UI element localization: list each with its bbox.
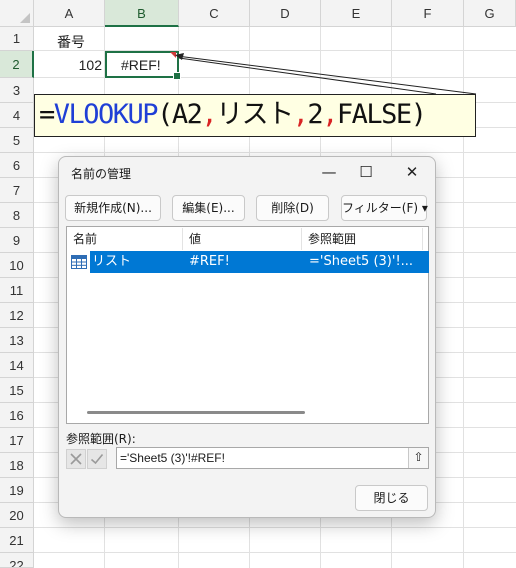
edit-button[interactable]: 編集(E)... [172, 195, 245, 221]
formula-function: VLOOKUP [53, 99, 159, 130]
callout-pointer-line-bottom [178, 57, 437, 95]
formula-arg-3: 2 [307, 99, 323, 130]
formula-close-paren: ) [410, 99, 427, 130]
cancel-edit-icon[interactable] [66, 449, 86, 469]
close-window-button[interactable]: ✕ [395, 159, 429, 185]
filter-dropdown[interactable]: フィルター(F) ▾ [341, 195, 428, 221]
list-item-refers-to: ='Sheet5 (3)'!... [309, 254, 414, 269]
dialog-title: 名前の管理 [71, 167, 132, 181]
horizontal-scrollbar[interactable] [87, 411, 305, 414]
column-header-refers-to[interactable]: 参照範囲 [302, 228, 423, 250]
formula-arg-1: A2 [171, 99, 203, 130]
refers-to-value: ='Sheet5 (3)'!#REF! [120, 451, 225, 465]
formula-arg-4: FALSE [336, 99, 412, 130]
name-manager-dialog: 名前の管理 — ☐ ✕ 新規作成(N)... 編集(E)... 削除(D) フィ… [58, 156, 436, 518]
list-item-name: リスト [92, 254, 132, 269]
formula-callout: =VLOOKUP(A2,リスト,2,FALSE) [34, 94, 476, 137]
formula-separator: , [201, 99, 217, 130]
list-item[interactable]: リスト #REF! ='Sheet5 (3)'!... [90, 251, 429, 273]
refers-to-input[interactable]: ='Sheet5 (3)'!#REF! ⇧ [116, 447, 429, 469]
close-button[interactable]: 閉じる [355, 485, 428, 511]
refers-to-label: 参照範囲(R): [66, 432, 136, 446]
formula-separator: , [322, 99, 338, 130]
check-icon [90, 453, 104, 465]
x-icon [70, 453, 82, 465]
formula-arg-2: リスト [216, 99, 294, 130]
names-list[interactable]: 名前 値 参照範囲 リスト #REF! ='Sheet5 (3)'!... [66, 226, 429, 424]
formula-equals: = [39, 99, 55, 130]
maximize-button[interactable]: ☐ [349, 159, 383, 185]
minimize-button[interactable]: — [312, 159, 346, 185]
formula-open-paren: ( [157, 99, 173, 130]
list-item-value: #REF! [189, 254, 230, 269]
confirm-edit-icon[interactable] [87, 449, 107, 469]
new-button[interactable]: 新規作成(N)... [65, 195, 161, 221]
callout-pointer-line-top [176, 55, 477, 95]
column-header-value[interactable]: 値 [183, 228, 302, 250]
table-icon [71, 255, 87, 269]
formula-separator: , [292, 99, 309, 130]
collapse-dialog-icon[interactable]: ⇧ [408, 448, 428, 468]
dialog-titlebar[interactable]: 名前の管理 — ☐ ✕ [59, 157, 435, 187]
delete-button[interactable]: 削除(D) [256, 195, 329, 221]
column-header-name[interactable]: 名前 [67, 228, 183, 250]
